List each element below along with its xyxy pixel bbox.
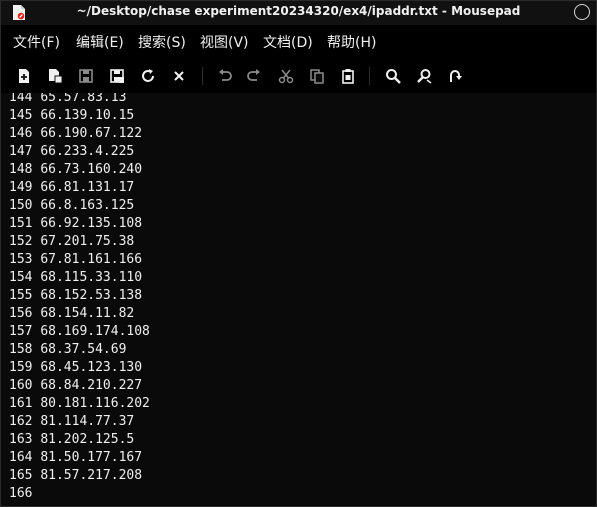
line-text: 68.154.11.82 xyxy=(40,306,135,321)
copy-icon[interactable] xyxy=(306,65,328,87)
editor-line: 154 68.115.33.110 xyxy=(9,269,150,287)
line-number: 151 xyxy=(9,216,33,231)
editor-line: 159 68.45.123.130 xyxy=(9,359,150,377)
editor-line: 166 xyxy=(9,485,150,503)
line-number: 144 xyxy=(9,93,33,105)
editor-line: 153 67.81.161.166 xyxy=(9,251,150,269)
line-text: 68.169.174.108 xyxy=(40,324,150,339)
line-number: 153 xyxy=(9,252,33,267)
menu-file[interactable]: 文件(F) xyxy=(13,32,60,52)
redo-icon[interactable] xyxy=(243,65,265,87)
find-replace-icon[interactable] xyxy=(413,65,435,87)
editor-line: 149 66.81.131.17 xyxy=(9,179,150,197)
title-bar: ~/Desktop/chase experiment20234320/ex4/i… xyxy=(1,1,596,25)
line-text: 68.115.33.110 xyxy=(40,270,143,285)
editor-line: 163 81.202.125.5 xyxy=(9,431,150,449)
line-number: 163 xyxy=(9,432,33,447)
line-text: 81.114.77.37 xyxy=(40,414,135,429)
editor-line: 151 66.92.135.108 xyxy=(9,215,150,233)
window-title: ~/Desktop/chase experiment20234320/ex4/i… xyxy=(76,4,521,18)
new-window-icon[interactable] xyxy=(44,65,66,87)
line-text: 81.202.125.5 xyxy=(40,432,135,447)
line-number: 154 xyxy=(9,270,33,285)
line-number: 158 xyxy=(9,342,33,357)
toolbar xyxy=(1,61,596,89)
cut-icon[interactable] xyxy=(275,65,297,87)
line-number: 150 xyxy=(9,198,33,213)
go-to-line-icon[interactable] xyxy=(444,65,466,87)
editor-line: 152 67.201.75.38 xyxy=(9,233,150,251)
editor-line: 147 66.233.4.225 xyxy=(9,143,150,161)
editor-line: 158 68.37.54.69 xyxy=(9,341,150,359)
line-number: 149 xyxy=(9,180,33,195)
menu-help[interactable]: 帮助(H) xyxy=(327,32,376,52)
line-text: 66.8.163.125 xyxy=(40,198,135,213)
editor-line: 162 81.114.77.37 xyxy=(9,413,150,431)
mousepad-window: ~/Desktop/chase experiment20234320/ex4/i… xyxy=(0,0,597,507)
line-text: 68.37.54.69 xyxy=(40,342,127,357)
line-number: 160 xyxy=(9,378,33,393)
close-icon[interactable] xyxy=(168,65,190,87)
line-text: 80.181.116.202 xyxy=(40,396,150,411)
editor-line: 156 68.154.11.82 xyxy=(9,305,150,323)
line-text: 67.81.161.166 xyxy=(40,252,143,267)
editor-line: 165 81.57.217.208 xyxy=(9,467,150,485)
line-text: 81.57.217.208 xyxy=(40,468,143,483)
line-text: 66.73.160.240 xyxy=(40,162,143,177)
editor-line: 144 65.57.83.13 xyxy=(9,93,150,107)
line-number: 162 xyxy=(9,414,33,429)
line-number: 146 xyxy=(9,126,33,141)
line-number: 165 xyxy=(9,468,33,483)
editor-line: 150 66.8.163.125 xyxy=(9,197,150,215)
line-text: 66.92.135.108 xyxy=(40,216,143,231)
line-number: 145 xyxy=(9,108,33,123)
line-text: 66.81.131.17 xyxy=(40,180,135,195)
line-text: 68.84.210.227 xyxy=(40,378,143,393)
paste-icon[interactable] xyxy=(337,65,359,87)
new-document-icon[interactable] xyxy=(13,65,35,87)
line-number: 164 xyxy=(9,450,33,465)
menu-bar: 文件(F) 编辑(E) 搜索(S) 视图(V) 文档(D) 帮助(H) xyxy=(1,30,596,54)
line-text: 67.201.75.38 xyxy=(40,234,135,249)
editor-line: 155 68.152.53.138 xyxy=(9,287,150,305)
line-number: 155 xyxy=(9,288,33,303)
editor-line: 161 80.181.116.202 xyxy=(9,395,150,413)
menu-search[interactable]: 搜索(S) xyxy=(138,32,186,52)
menu-edit[interactable]: 编辑(E) xyxy=(76,32,124,52)
editor-lines: 144 65.57.83.13 145 66.139.10.15 146 66.19… xyxy=(9,93,150,503)
line-text: 68.152.53.138 xyxy=(40,288,143,303)
window-control-button[interactable] xyxy=(574,4,590,20)
undo-icon[interactable] xyxy=(214,65,236,87)
line-number: 157 xyxy=(9,324,33,339)
save-as-icon[interactable] xyxy=(106,65,128,87)
toolbar-separator xyxy=(202,67,203,85)
line-number: 152 xyxy=(9,234,33,249)
editor-line: 164 81.50.177.167 xyxy=(9,449,150,467)
save-icon[interactable] xyxy=(75,65,97,87)
line-text: 66.233.4.225 xyxy=(40,144,135,159)
editor-line: 145 66.139.10.15 xyxy=(9,107,150,125)
line-number: 161 xyxy=(9,396,33,411)
editor-line: 157 68.169.174.108 xyxy=(9,323,150,341)
line-text: 66.139.10.15 xyxy=(40,108,135,123)
editor-line: 148 66.73.160.240 xyxy=(9,161,150,179)
text-editor-area[interactable]: 144 65.57.83.13 145 66.139.10.15 146 66.19… xyxy=(1,93,596,506)
line-text: 65.57.83.13 xyxy=(40,93,127,105)
toolbar-separator xyxy=(369,67,370,85)
line-number: 159 xyxy=(9,360,33,375)
editor-line: 160 68.84.210.227 xyxy=(9,377,150,395)
line-text: 66.190.67.122 xyxy=(40,126,143,141)
line-number: 156 xyxy=(9,306,33,321)
line-number: 147 xyxy=(9,144,33,159)
menu-view[interactable]: 视图(V) xyxy=(200,32,249,52)
line-text: 68.45.123.130 xyxy=(40,360,143,375)
line-number: 148 xyxy=(9,162,33,177)
line-text: 81.50.177.167 xyxy=(40,450,143,465)
menu-document[interactable]: 文档(D) xyxy=(263,32,313,52)
line-number: 166 xyxy=(9,486,33,501)
find-icon[interactable] xyxy=(382,65,404,87)
editor-line: 146 66.190.67.122 xyxy=(9,125,150,143)
reload-icon[interactable] xyxy=(137,65,159,87)
